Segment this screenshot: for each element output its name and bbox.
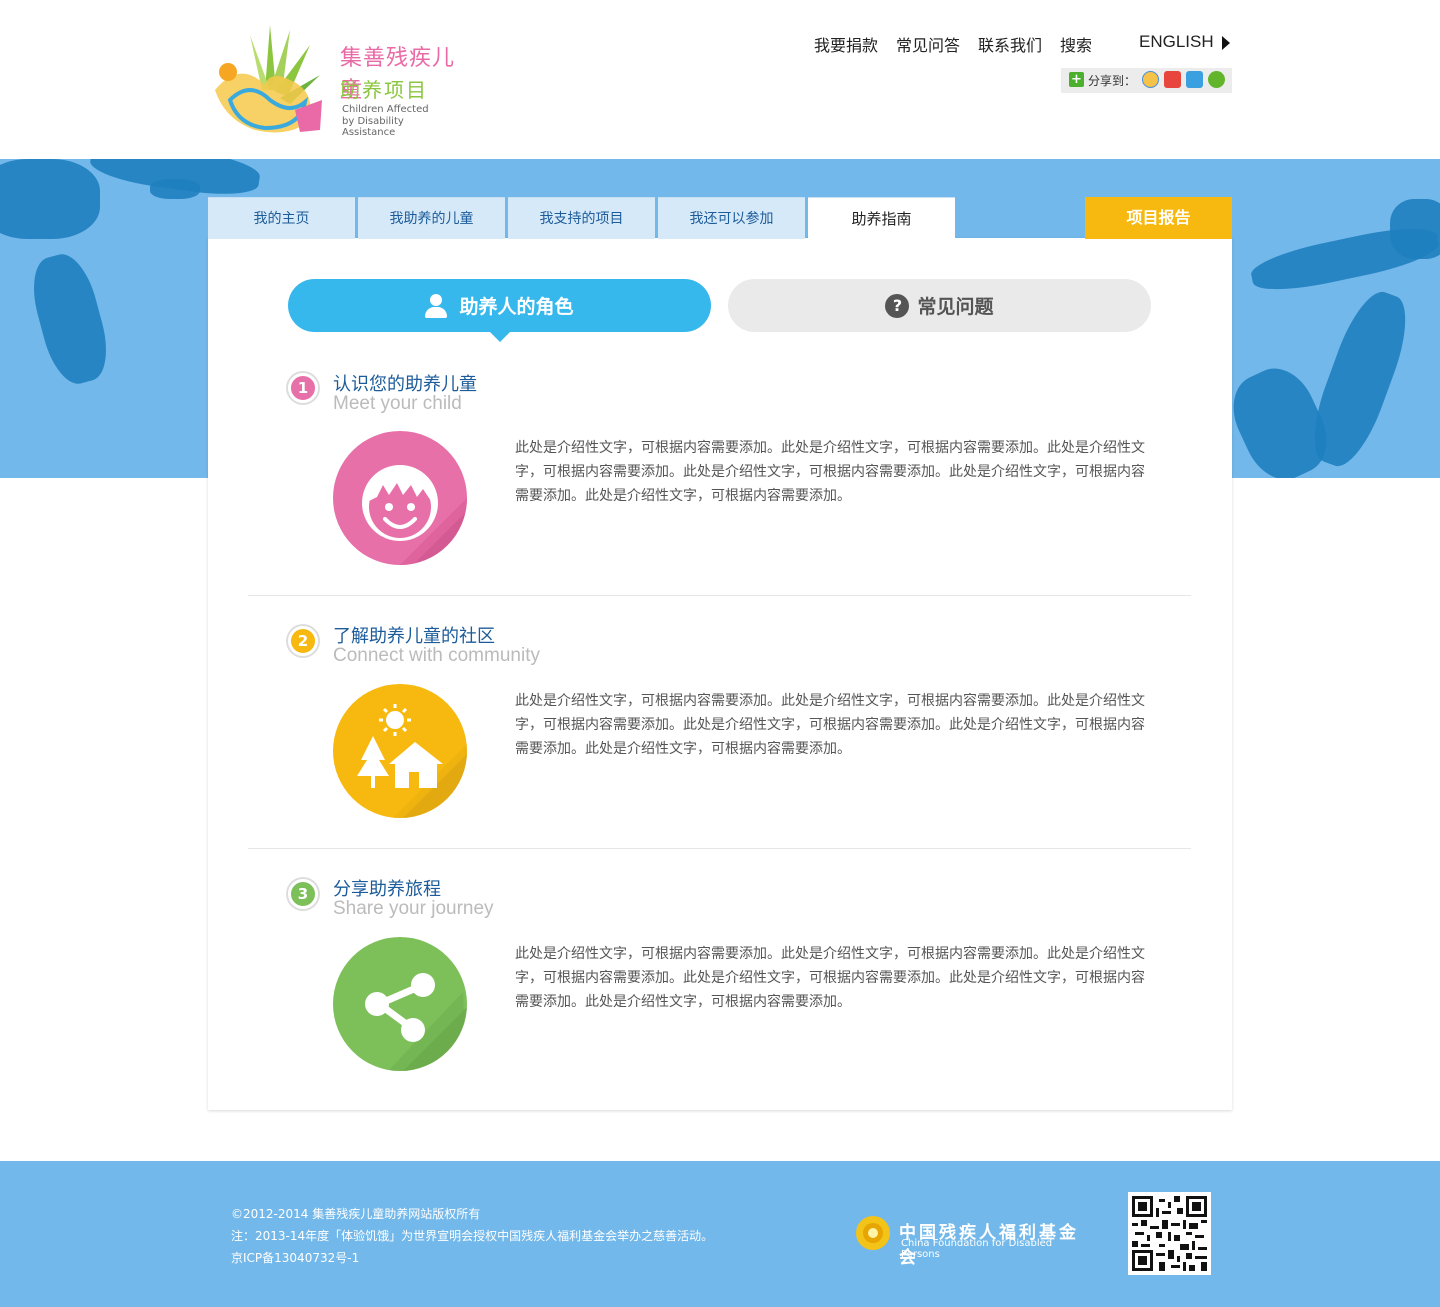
sponsor-role-label: 助养人的角色 xyxy=(459,296,574,318)
logo-en-line2: by Disability Assistance xyxy=(342,116,404,138)
section-subtitle: Meet your child xyxy=(333,393,462,414)
faq-label: 常见问题 xyxy=(917,296,994,318)
section-body: 此处是介绍性文字，可根据内容需要添加。此处是介绍性文字，可根据内容需要添加。此处… xyxy=(515,693,1145,757)
cfdp-emblem-icon xyxy=(856,1216,890,1250)
tab-can-join[interactable]: 我还可以参加 xyxy=(658,197,805,239)
cfdp-name-en: China Foundation for Disabled Persons xyxy=(901,1238,1053,1260)
tab-supported-projects[interactable]: 我支持的项目 xyxy=(508,197,655,239)
tencent-weibo-icon[interactable] xyxy=(1186,71,1203,88)
topnav-search[interactable]: 搜索 xyxy=(1060,32,1092,56)
tab-my-children[interactable]: 我助养的儿童 xyxy=(358,197,505,239)
footer-note: 注：2013-14年度「体验饥饿」为世界宣明会授权中国残疾人福利基金会举办之慈善… xyxy=(231,1229,714,1243)
weibo-icon[interactable] xyxy=(1164,71,1181,88)
wechat-icon[interactable] xyxy=(1208,71,1225,88)
pill-pointer xyxy=(489,331,511,342)
person-icon xyxy=(425,293,448,318)
topnav-donate[interactable]: 我要捐款 xyxy=(814,32,878,56)
step-number: 1 xyxy=(288,373,318,403)
plus-icon[interactable]: + xyxy=(1069,72,1084,87)
topnav-faq[interactable]: 常见问答 xyxy=(896,32,960,56)
section-body: 此处是介绍性文字，可根据内容需要添加。此处是介绍性文字，可根据内容需要添加。此处… xyxy=(515,440,1145,504)
question-icon: ? xyxy=(885,293,910,318)
cfdp-logo[interactable]: 中国残疾人福利基金会 China Foundation for Disabled… xyxy=(854,1214,1094,1268)
share-bar: + 分享到： xyxy=(1061,68,1232,93)
site-logo[interactable]: 集善残疾儿童 助养项目 Children Affected by Disabil… xyxy=(210,20,460,140)
footer: ©2012-2014 集善残疾儿童助养网站版权所有 注：2013-14年度「体验… xyxy=(0,1161,1440,1307)
dove-logo-icon xyxy=(215,25,322,133)
tab-home[interactable]: 我的主页 xyxy=(208,197,355,239)
sponsor-role-pill[interactable]: 助养人的角色 xyxy=(288,279,711,332)
topnav-contact[interactable]: 联系我们 xyxy=(978,32,1042,56)
footer-icp[interactable]: 京ICP备13040732号-1 xyxy=(231,1249,359,1266)
project-report-button[interactable]: 项目报告 xyxy=(1085,197,1232,239)
share-icon xyxy=(333,937,467,1071)
footer-copyright: ©2012-2014 集善残疾儿童助养网站版权所有 xyxy=(231,1207,481,1221)
share-label: 分享到： xyxy=(1088,74,1137,88)
section-subtitle: Connect with community xyxy=(333,645,540,666)
logo-subtitle-cn: 助养项目 xyxy=(340,78,428,102)
logo-en-line1: Children Affected xyxy=(342,104,429,115)
child-face-icon xyxy=(333,431,467,565)
header: 集善残疾儿童 助养项目 Children Affected by Disabil… xyxy=(0,0,1440,159)
qr-code xyxy=(1128,1192,1211,1275)
top-nav: 我要捐款 常见问答 联系我们 搜索 xyxy=(814,32,1110,56)
divider xyxy=(248,848,1191,849)
caret-right-icon xyxy=(1222,36,1230,50)
step-number: 2 xyxy=(288,626,318,656)
divider xyxy=(248,595,1191,596)
tab-guide[interactable]: 助养指南 xyxy=(808,197,955,239)
section-body: 此处是介绍性文字，可根据内容需要添加。此处是介绍性文字，可根据内容需要添加。此处… xyxy=(515,946,1145,1010)
qzone-icon[interactable] xyxy=(1142,71,1159,88)
faq-pill[interactable]: ? 常见问题 xyxy=(728,279,1151,332)
step-number: 3 xyxy=(288,879,318,909)
house-icon xyxy=(333,684,467,818)
english-link[interactable]: ENGLISH xyxy=(1139,32,1214,52)
section-subtitle: Share your journey xyxy=(333,898,494,919)
